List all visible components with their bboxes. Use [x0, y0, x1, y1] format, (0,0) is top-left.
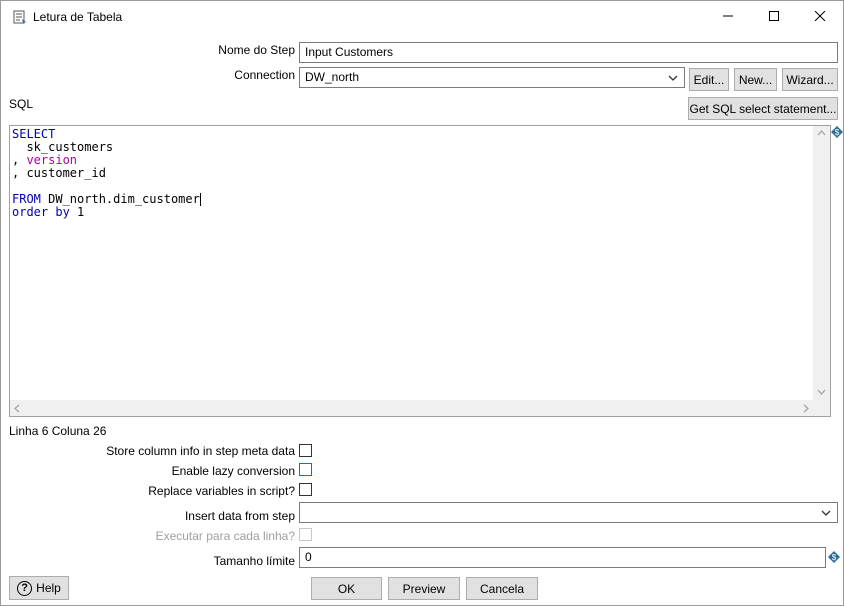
chevron-right-icon — [803, 404, 809, 416]
get-sql-button[interactable]: Get SQL select statement... — [688, 97, 838, 120]
wizard-button[interactable]: Wizard... — [782, 68, 838, 91]
chevron-down-icon — [817, 387, 826, 398]
limit-input[interactable]: 0 — [299, 547, 826, 568]
maximize-button[interactable] — [751, 1, 797, 33]
minimize-button[interactable] — [705, 1, 751, 33]
insert-data-select[interactable] — [299, 502, 838, 523]
text-caret — [199, 193, 201, 206]
maximize-icon — [769, 10, 779, 24]
table-input-icon — [13, 10, 27, 24]
connection-label: Connection — [234, 68, 295, 82]
vertical-scrollbar[interactable] — [813, 126, 830, 402]
variable-icon: $ — [828, 551, 840, 563]
execute-each-row-label: Executar para cada linha? — [155, 529, 295, 543]
minimize-icon — [723, 10, 733, 24]
variable-icon: $ — [831, 126, 843, 138]
window-title: Letura de Tabela — [33, 10, 123, 24]
chevron-up-icon — [817, 128, 826, 139]
table-input-dialog: Letura de Tabela Nome do Step Input Cust… — [0, 0, 844, 606]
store-column-info-checkbox[interactable] — [299, 444, 312, 457]
sql-token: , customer_id — [12, 166, 106, 180]
cancel-button[interactable]: Cancela — [466, 577, 538, 600]
execute-each-row-checkbox[interactable] — [299, 528, 312, 541]
sql-editor[interactable]: SELECT sk_customers, version, customer_i… — [9, 125, 831, 417]
sql-code: SELECT sk_customers, version, customer_i… — [12, 128, 201, 219]
edit-connection-button[interactable]: Edit... — [689, 68, 729, 91]
sql-label: SQL — [9, 97, 34, 111]
store-column-info-label: Store column info in step meta data — [106, 444, 295, 458]
sql-line: order by 1 — [12, 206, 201, 219]
sql-token: sk_customers — [12, 140, 114, 154]
svg-text:$: $ — [835, 128, 840, 137]
sql-token: FROM — [12, 192, 41, 206]
preview-button[interactable]: Preview — [388, 577, 460, 600]
new-connection-button[interactable]: New... — [734, 68, 777, 91]
help-button[interactable]: ? Help — [9, 576, 69, 600]
cursor-position-status: Linha 6 Coluna 26 — [9, 424, 107, 438]
svg-text:$: $ — [832, 553, 837, 562]
close-button[interactable] — [797, 1, 843, 33]
sql-token: , — [12, 153, 27, 167]
scroll-corner — [813, 400, 830, 416]
step-name-input[interactable]: Input Customers — [299, 42, 838, 63]
close-icon — [814, 10, 826, 24]
step-name-label: Nome do Step — [218, 43, 295, 57]
lazy-conversion-label: Enable lazy conversion — [171, 464, 295, 478]
replace-variables-label: Replace variables in script? — [148, 484, 295, 498]
ok-button[interactable]: OK — [311, 577, 382, 600]
chevron-down-icon — [668, 72, 678, 82]
replace-variables-checkbox[interactable] — [299, 483, 312, 496]
sql-token: 1 — [69, 205, 85, 219]
connection-value: DW_north — [305, 70, 360, 84]
chevron-down-icon — [821, 507, 831, 517]
limit-label: Tamanho límite — [213, 554, 295, 568]
help-label: Help — [36, 581, 61, 595]
lazy-conversion-checkbox[interactable] — [299, 463, 312, 476]
help-icon: ? — [17, 580, 33, 596]
connection-select[interactable]: DW_north — [299, 67, 685, 88]
sql-token: version — [26, 153, 78, 167]
horizontal-scrollbar[interactable] — [10, 400, 813, 416]
sql-token: DW_north.dim_customer — [40, 192, 200, 206]
sql-line: , customer_id — [12, 167, 201, 180]
sql-token: order by — [12, 205, 70, 219]
title-bar: Letura de Tabela — [1, 1, 843, 33]
sql-token: SELECT — [12, 127, 56, 141]
chevron-left-icon — [14, 404, 20, 416]
insert-data-label: Insert data from step — [184, 509, 295, 523]
